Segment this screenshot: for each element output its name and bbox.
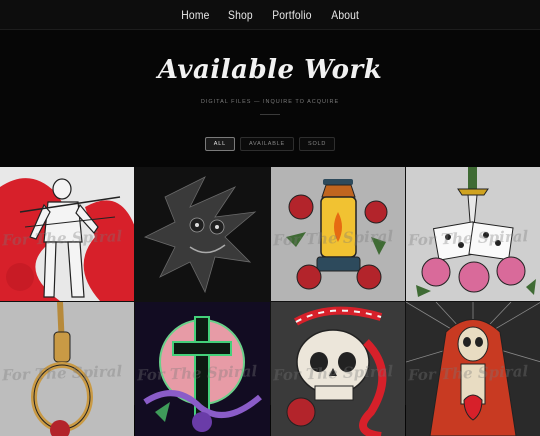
nav-shop-link[interactable]: Shop xyxy=(228,8,253,22)
page-subtitle: DIGITAL FILES — INQUIRE TO ACQUIRE xyxy=(200,99,340,105)
page-title: Available Work xyxy=(157,55,383,85)
artwork-tile-reaper[interactable]: For The Spiral xyxy=(405,302,540,436)
artwork-tile-dagger[interactable]: For The Spiral xyxy=(405,167,540,301)
nav-about-link[interactable]: About xyxy=(331,8,359,22)
artwork-tile-hedgehog[interactable] xyxy=(135,167,270,301)
title-divider xyxy=(260,114,280,115)
nav-home-link[interactable]: Home xyxy=(181,8,209,22)
artwork-tile-noose[interactable]: For The Spiral xyxy=(0,302,135,436)
artwork-gallery: For The Spiral For The Spiral For The Sp… xyxy=(0,167,540,436)
filter-all-button[interactable]: ALL xyxy=(204,137,235,151)
filter-bar: ALL AVAILABLE SOLD xyxy=(0,137,540,151)
artwork-tile-cross[interactable]: For The Spiral xyxy=(135,302,270,436)
artwork-tile-lantern[interactable]: For The Spiral xyxy=(270,167,405,301)
main-nav: Home Shop Portfolio About xyxy=(0,0,540,30)
artwork-tile-knight[interactable]: For The Spiral xyxy=(0,167,135,301)
nav-portfolio-link[interactable]: Portfolio xyxy=(272,8,311,22)
hedgehog-artwork-image xyxy=(135,167,270,301)
artwork-tile-skull[interactable]: For The Spiral xyxy=(270,302,405,436)
filter-sold-button[interactable]: SOLD xyxy=(299,137,336,151)
filter-available-button[interactable]: AVAILABLE xyxy=(239,137,295,151)
